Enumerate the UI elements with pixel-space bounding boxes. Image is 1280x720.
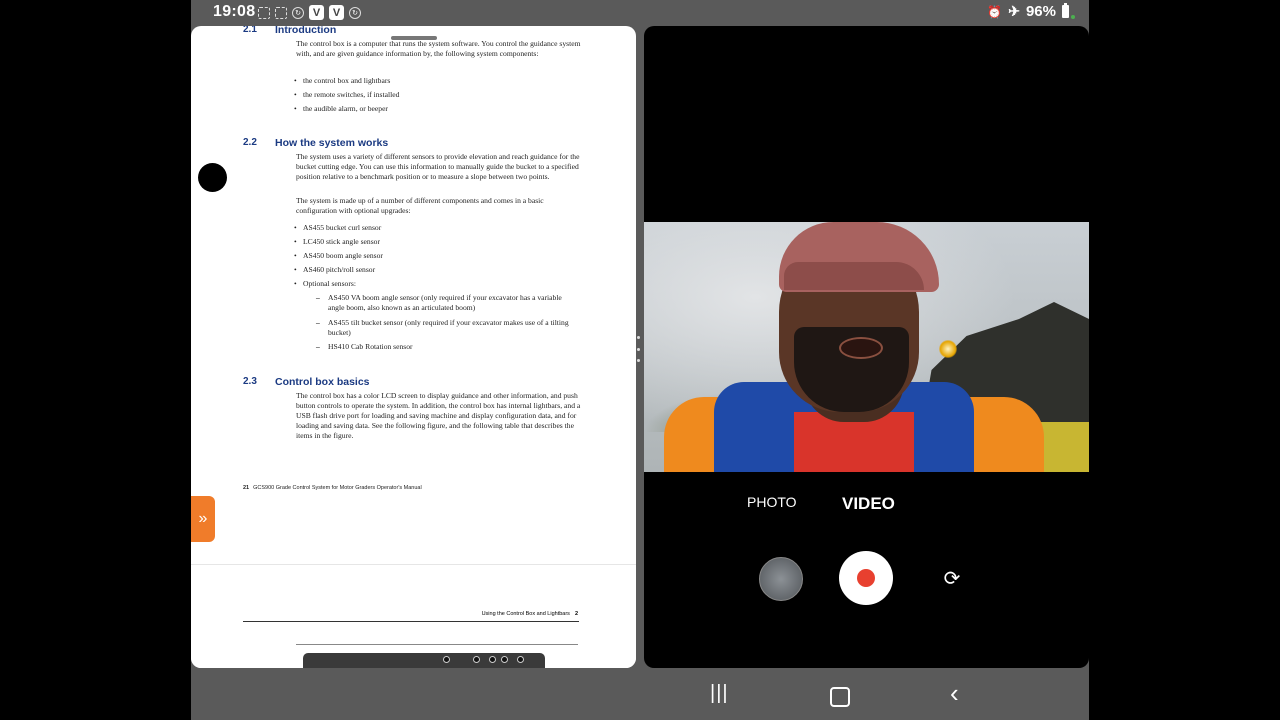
section-title: Control box basics bbox=[275, 376, 370, 388]
section-number: 2.1 bbox=[243, 26, 257, 35]
back-icon[interactable]: ‹ bbox=[950, 678, 959, 709]
record-button[interactable] bbox=[839, 551, 893, 605]
v-app-icon: V bbox=[309, 5, 324, 20]
header-page-number: 2 bbox=[574, 611, 578, 617]
photo-mode-tab[interactable]: PHOTO bbox=[747, 494, 797, 510]
header-title: Using the Control Box and Lightbars bbox=[481, 611, 570, 617]
document-viewer-pane[interactable]: 2.1 Introduction The control box is a co… bbox=[191, 26, 636, 668]
status-clock: 19:08 bbox=[213, 3, 256, 20]
tablet-screen: 19:08 ↻ V V ↻ ⏰ ✈ 96% 2.1 Introduction T… bbox=[191, 0, 1089, 720]
sub-bullet-item: AS450 VA boom angle sensor (only require… bbox=[316, 293, 578, 313]
pane-drag-handle[interactable] bbox=[391, 36, 437, 40]
document-page[interactable]: 2.1 Introduction The control box is a co… bbox=[191, 26, 636, 564]
footer-page-number: 21 bbox=[243, 485, 250, 491]
battery-icon bbox=[1062, 3, 1069, 18]
sub-bullet-item: HS410 Cab Rotation sensor bbox=[316, 342, 578, 352]
status-bar: 19:08 ↻ V V ↻ ⏰ ✈ 96% bbox=[191, 0, 1089, 26]
footer-title: GCS900 Grade Control System for Motor Gr… bbox=[253, 485, 422, 491]
charging-dot bbox=[1071, 14, 1075, 19]
battery-level: 96% bbox=[1025, 3, 1056, 20]
bullet-item: Optional sensors: bbox=[294, 279, 356, 289]
touch-indicator bbox=[198, 163, 227, 192]
sync-icon: ↻ bbox=[349, 6, 361, 19]
paragraph: The system uses a variety of different s… bbox=[296, 152, 580, 181]
page-header: Using the Control Box and Lightbars 2 bbox=[482, 611, 578, 617]
bullet-item: LC450 stick angle sensor bbox=[294, 237, 380, 247]
section-title: Introduction bbox=[275, 26, 337, 36]
section-number: 2.3 bbox=[243, 376, 257, 387]
section-title: How the system works bbox=[275, 137, 389, 149]
screenshot-icon bbox=[275, 6, 287, 19]
figure-rule bbox=[296, 644, 578, 645]
bullet-item: AS450 boom angle sensor bbox=[294, 251, 383, 261]
bullet-item: AS455 bucket curl sensor bbox=[294, 223, 381, 233]
sync-icon: ↻ bbox=[292, 6, 304, 19]
sub-bullet-item: AS455 tilt bucket sensor (only required … bbox=[316, 318, 578, 338]
video-mode-tab[interactable]: VIDEO bbox=[842, 494, 895, 514]
double-chevron-right-icon[interactable]: » bbox=[191, 496, 215, 542]
bullet-item: AS460 pitch/roll sensor bbox=[294, 265, 375, 275]
alarm-icon: ⏰ bbox=[987, 4, 1003, 19]
paragraph: The control box is a computer that runs … bbox=[296, 39, 581, 58]
v-app-icon: V bbox=[329, 5, 344, 20]
switch-camera-icon[interactable]: ⟳ bbox=[939, 565, 965, 591]
control-box-figure bbox=[303, 653, 545, 668]
bullet-item: the control box and lightbars bbox=[294, 76, 390, 86]
home-icon[interactable] bbox=[830, 687, 850, 707]
system-icons: ⏰ ✈ 96% bbox=[987, 3, 1075, 20]
record-icon bbox=[857, 569, 875, 587]
next-document-page[interactable]: Using the Control Box and Lightbars 2 bbox=[191, 564, 636, 668]
screen-record-icon bbox=[258, 6, 270, 19]
split-view-divider[interactable] bbox=[637, 336, 640, 362]
recent-apps-icon[interactable]: ||| bbox=[710, 682, 729, 705]
page-footer: 21 GCS900 Grade Control System for Motor … bbox=[243, 485, 422, 491]
paragraph: The system is made up of a number of dif… bbox=[296, 196, 544, 215]
camera-app-pane[interactable]: PHOTO VIDEO ⟳ bbox=[644, 26, 1089, 668]
camera-preview bbox=[644, 222, 1089, 472]
bullet-item: the remote switches, if installed bbox=[294, 90, 399, 100]
gallery-thumbnail[interactable] bbox=[759, 557, 803, 601]
section-number: 2.2 bbox=[243, 137, 257, 148]
airplane-mode-icon: ✈ bbox=[1008, 3, 1020, 19]
paragraph: The control box has a color LCD screen t… bbox=[296, 391, 581, 440]
bullet-item: the audible alarm, or beeper bbox=[294, 104, 388, 114]
notification-icons: ↻ V V ↻ bbox=[258, 5, 361, 20]
header-rule bbox=[243, 621, 579, 622]
navigation-bar: ||| ‹ bbox=[191, 672, 1089, 720]
